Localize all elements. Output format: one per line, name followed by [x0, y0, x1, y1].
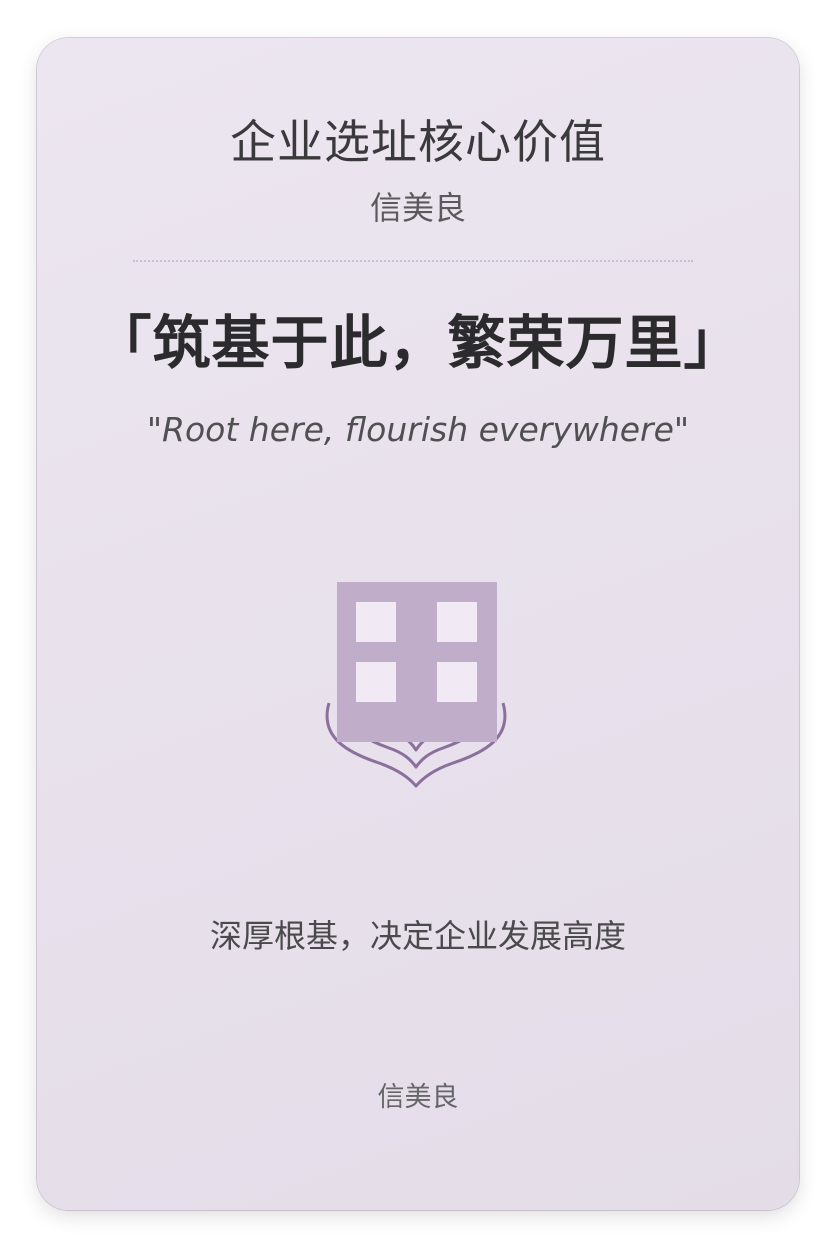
dotted-divider [133, 260, 693, 262]
card-footer-brand: 信美良 [377, 1082, 459, 1113]
slogan-english: "Root here, flourish everywhere" [146, 410, 690, 449]
value-card: 企业选址核心价值 信美良 「筑基于此，繁荣万里」 "Root here, flo… [37, 38, 799, 1210]
card-subtitle: 信美良 [369, 189, 466, 227]
window-bottom-left [356, 662, 396, 702]
window-bottom-right [437, 662, 477, 702]
window-top-right [437, 602, 477, 642]
card-tagline: 深厚根基，决定企业发展高度 [209, 917, 626, 955]
slogan-chinese: 「筑基于此，繁荣万里」 [93, 309, 743, 377]
window-top-left [356, 602, 396, 642]
building-with-roots-icon [325, 582, 507, 788]
card-title: 企业选址核心价值 [230, 115, 606, 169]
